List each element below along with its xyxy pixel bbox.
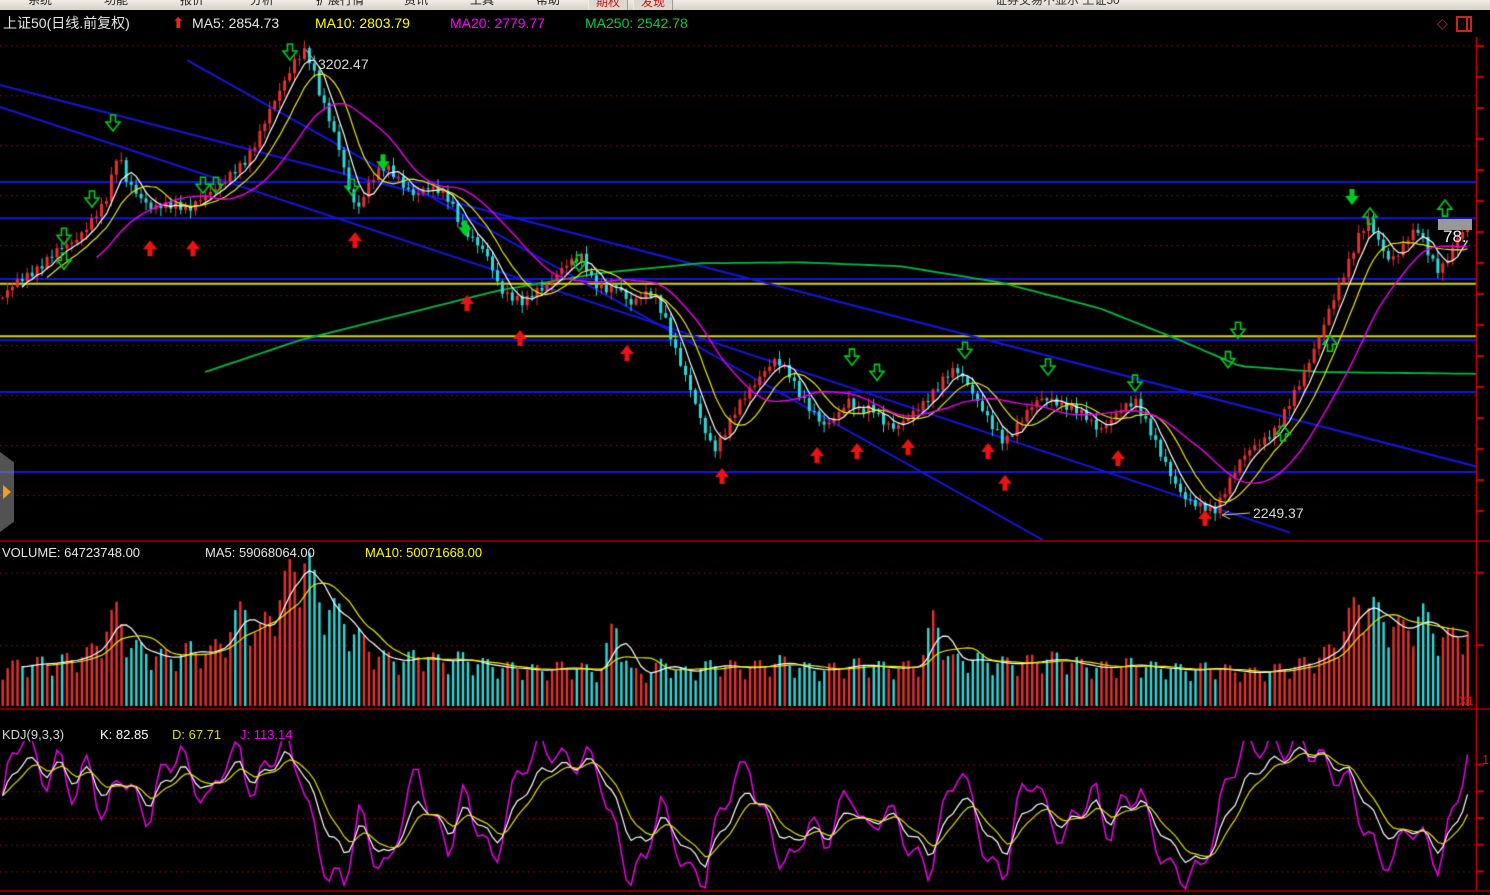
window-layout-icon[interactable] bbox=[1456, 16, 1472, 32]
kdj-axis-partial-label: 1 bbox=[1482, 752, 1490, 767]
volume-unit-label: X1 bbox=[1459, 694, 1474, 708]
menu-item-5[interactable]: 资讯 bbox=[404, 0, 428, 9]
kdj-name: KDJ(9,3,3) bbox=[2, 727, 65, 742]
menu-item-6[interactable]: 工具 bbox=[470, 0, 494, 9]
title-ma-label-0: MA5: 2854.73 bbox=[192, 15, 280, 31]
volume-ma10: MA10: 50071668.00 bbox=[365, 545, 483, 560]
menu-item-0[interactable]: 系统 bbox=[28, 0, 52, 9]
title-ma-label-3: MA250: 2542.78 bbox=[585, 15, 688, 31]
trough-price-label: 2249.37 bbox=[1253, 505, 1304, 521]
peak-price-label: 3202.47 bbox=[318, 56, 369, 72]
kdj-j-value: J: 113.14 bbox=[240, 727, 293, 742]
volume-value: VOLUME: 64723748.00 bbox=[2, 545, 141, 560]
last-price-partial: 78. bbox=[1443, 227, 1467, 246]
menu-item-7[interactable]: 帮助 bbox=[536, 0, 560, 9]
expander-arrow-icon bbox=[3, 485, 11, 499]
symbol-title: 上证50(日线.前复权) bbox=[3, 15, 130, 31]
menu-item-3[interactable]: 分析 bbox=[250, 0, 274, 9]
diamond-icon[interactable]: ◇ bbox=[1437, 10, 1448, 37]
menu-item-4[interactable]: 扩展行情 bbox=[316, 0, 364, 9]
chart-canvas[interactable] bbox=[0, 0, 1490, 895]
menu-item-1[interactable]: 功能 bbox=[104, 0, 128, 9]
trading-app-window: 证券交易不显示 上证50 系统 功能 报价 分析 扩展行情 资讯 工具 帮助 期权 发现 上证50… bbox=[0, 0, 1490, 895]
up-arrow-icon: ⬆ bbox=[172, 15, 185, 32]
title-ma-label-1: MA10: 2803.79 bbox=[315, 15, 410, 31]
volume-header: VOLUME: 64723748.00 MA5: 59068064.00 MA1… bbox=[0, 545, 600, 560]
chart-title-bar: 上证50(日线.前复权) ⬆ ◇ MA5: 2854.73 MA10: 2803.… bbox=[0, 10, 1490, 37]
menu-item-2[interactable]: 报价 bbox=[180, 0, 204, 9]
menu-right-status: 证券交易不显示 上证50 bbox=[995, 0, 1120, 7]
title-ma-label-2: MA20: 2779.77 bbox=[450, 15, 545, 31]
kdj-k-value: K: 82.85 bbox=[100, 727, 149, 742]
sidebar-expander-handle[interactable] bbox=[0, 452, 14, 532]
kdj-d-value: D: 67.71 bbox=[172, 727, 222, 742]
volume-ma5: MA5: 59068064.00 bbox=[205, 545, 315, 560]
kdj-header: KDJ(9,3,3) K: 82.85 D: 67.71 J: 113.14 bbox=[0, 727, 400, 742]
